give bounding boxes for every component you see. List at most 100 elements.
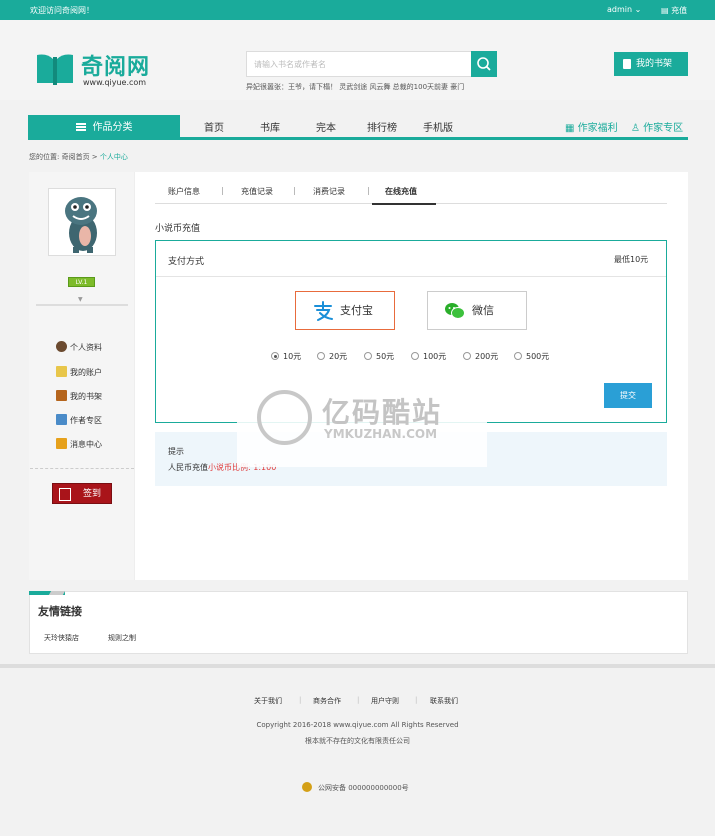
submit-button[interactable]: 提交 (604, 383, 652, 408)
signin-button[interactable]: 签到 (52, 483, 112, 504)
tip-text-prefix: 人民币充值 (168, 463, 208, 472)
author-zone-label: 作家专区 (643, 123, 684, 134)
tab-account-info[interactable]: 账户信息 (168, 186, 200, 197)
tab-separator: | (293, 186, 296, 195)
radio-button[interactable] (463, 352, 471, 360)
monster-avatar-icon (65, 197, 97, 253)
sidebar-item-label: 我的书架 (70, 392, 102, 401)
recharge-link[interactable]: ▤ 充值 (661, 5, 687, 16)
friend-links-panel (29, 591, 688, 654)
amount-label: 20元 (329, 352, 348, 361)
sidebar-item-messages[interactable]: 消息中心 (56, 438, 102, 450)
sidebar-item-profile[interactable]: 个人资料 (56, 341, 102, 353)
nav-library[interactable]: 书库 (260, 119, 280, 134)
footer-separator: | (415, 696, 418, 704)
author-welfare-label: 作家福利 (577, 123, 618, 134)
logo[interactable]: 奇阅网 www.qiyue.com (35, 49, 165, 91)
breadcrumb: 您的位置: 奇阅首页 > 个人中心 (29, 152, 128, 162)
amount-option-200[interactable]: 200元 (463, 351, 498, 362)
sidebar-item-account[interactable]: 我的账户 (56, 366, 102, 378)
search-icon (477, 57, 491, 71)
footer-link-business[interactable]: 商务合作 (313, 696, 341, 706)
sidebar-item-author-zone[interactable]: 作者专区 (56, 414, 102, 426)
logo-name: 奇阅网 (81, 54, 151, 80)
chevron-down-icon[interactable]: ▼ (78, 296, 83, 303)
welcome-text: 欢迎访问奇阅网！ (30, 6, 94, 15)
wechat-icon (445, 303, 465, 319)
my-shelf-button[interactable]: 我的书架 (614, 52, 688, 76)
nav-home[interactable]: 首页 (204, 119, 224, 134)
police-record-text: 公网安备 000000000000号 (318, 784, 409, 792)
search-input[interactable]: 请输入书名或作者名 (246, 51, 472, 77)
chevron-down-icon: ⌄ (634, 5, 642, 14)
footer-separator: | (357, 696, 360, 704)
active-tab-underline (372, 181, 436, 205)
wallet-icon (56, 366, 67, 377)
book-icon (56, 414, 67, 425)
radio-button[interactable] (411, 352, 419, 360)
footer-link-contact[interactable]: 联系我们 (430, 696, 458, 706)
radio-button[interactable] (317, 352, 325, 360)
company-name: 根本就不存在的文化有限责任公司 (305, 737, 410, 745)
message-icon (56, 438, 67, 449)
alipay-icon (314, 301, 333, 321)
amount-option-100[interactable]: 100元 (411, 351, 446, 362)
book-icon (623, 59, 631, 69)
radio-button[interactable] (271, 352, 279, 360)
breadcrumb-prefix[interactable]: 您的位置: 奇阅首页 > (29, 153, 98, 161)
nav-mobile[interactable]: 手机版 (423, 119, 453, 134)
logo-url: www.qiyue.com (83, 78, 147, 87)
watermark-en: YMKUZHAN.COM (324, 427, 438, 441)
watermark: 亿码酷站 YMKUZHAN.COM (237, 387, 487, 467)
sidebar-item-label: 消息中心 (70, 440, 102, 449)
amount-option-50[interactable]: 50元 (364, 351, 394, 362)
friend-link[interactable]: 天玲侠猿店 (44, 633, 79, 643)
recharge-icon: ▤ (661, 6, 669, 15)
nav-finished[interactable]: 完本 (316, 119, 336, 134)
friend-link[interactable]: 规则之制 (108, 633, 136, 643)
friend-links-title: 友情链接 (38, 605, 82, 618)
sidebar-item-bookshelf[interactable]: 我的书架 (56, 390, 102, 402)
tip-title: 提示 (168, 447, 184, 456)
alipay-option[interactable]: 支付宝 (295, 291, 395, 330)
radio-button[interactable] (514, 352, 522, 360)
footer-link-rules[interactable]: 用户守则 (371, 696, 399, 706)
amount-label: 50元 (376, 352, 395, 361)
category-label: 作品分类 (92, 122, 133, 133)
user-icon: ♙ (631, 123, 640, 134)
main-nav: 作品分类 首页 书库 完本 排行榜 手机版 ▦ 作家福利 ♙ 作家专区 (28, 115, 688, 140)
radio-button[interactable] (364, 352, 372, 360)
links-accent (48, 591, 66, 595)
author-welfare-link[interactable]: ▦ 作家福利 (565, 119, 618, 134)
hot-search-words[interactable]: 异妃很嚣张：王爷，请下榻！ 灵武剑途 风云舞 总裁的100天前妻 豪门 (246, 82, 464, 92)
category-menu[interactable]: 作品分类 (28, 115, 180, 140)
username: admin (607, 5, 633, 14)
payment-method-label: 支付方式 (168, 257, 205, 267)
top-bar: 欢迎访问奇阅网！ admin ⌄ ▤ 充值 (0, 0, 715, 20)
amount-option-10[interactable]: 10元 (271, 351, 301, 362)
amount-option-20[interactable]: 20元 (317, 351, 347, 362)
breadcrumb-current: 个人中心 (99, 153, 128, 161)
payment-box-header (156, 241, 666, 277)
recharge-label: 充值 (671, 6, 688, 15)
tab-separator: | (367, 186, 370, 195)
nav-ranking[interactable]: 排行榜 (367, 119, 397, 134)
sidebar-item-label: 我的账户 (70, 368, 102, 377)
police-record: 公网安备 000000000000号 (302, 782, 409, 793)
tab-consume-records[interactable]: 消费记录 (313, 186, 345, 197)
amount-label: 500元 (526, 352, 550, 361)
minimum-amount: 最低10元 (614, 255, 649, 264)
user-menu[interactable]: admin ⌄ (607, 5, 641, 14)
sidebar-item-label: 作者专区 (70, 416, 102, 425)
tab-recharge-records[interactable]: 充值记录 (241, 186, 273, 197)
watermark-cn: 亿码酷站 (322, 396, 443, 429)
author-zone-link[interactable]: ♙ 作家专区 (631, 119, 683, 134)
my-shelf-label: 我的书架 (636, 59, 673, 69)
wechat-option[interactable]: 微信 (427, 291, 527, 330)
search-button[interactable] (471, 51, 497, 77)
watermark-logo-icon (257, 390, 312, 445)
avatar[interactable] (48, 188, 116, 256)
footer-link-about[interactable]: 关于我们 (254, 696, 282, 706)
amount-option-500[interactable]: 500元 (514, 351, 549, 362)
copyright: Copyright 2016-2018 www.qiyue.com All Ri… (256, 721, 459, 729)
